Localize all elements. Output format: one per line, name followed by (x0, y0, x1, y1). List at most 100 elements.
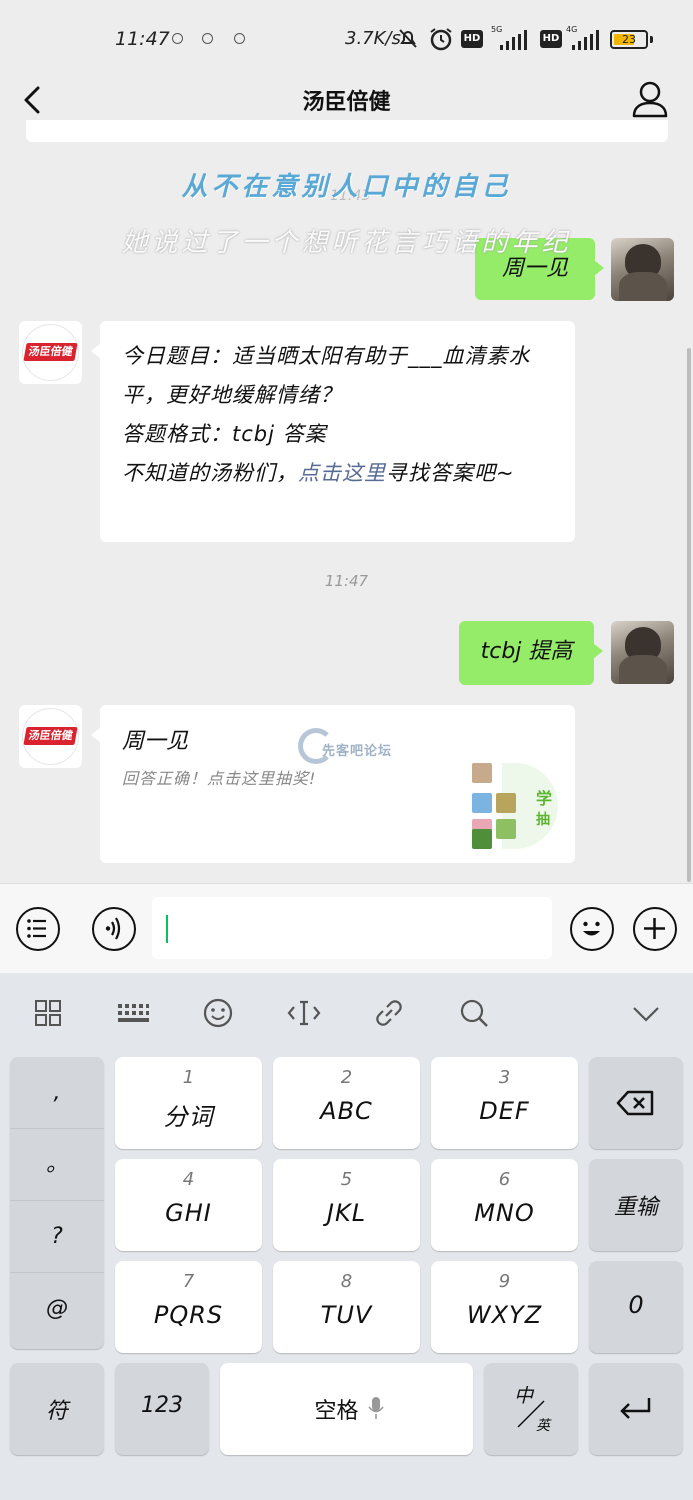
emoji-icon[interactable] (570, 907, 614, 951)
overlay-caption: 她说过了一个想听花言巧语的年纪 (121, 228, 572, 258)
profile-icon[interactable] (630, 78, 670, 120)
hd-badge: HD (461, 30, 483, 48)
key-number: 7 (182, 1271, 195, 1292)
previous-message-card (26, 120, 668, 142)
key-number: 1 (182, 1067, 195, 1088)
key-9[interactable]: 9 WXYZ (431, 1261, 578, 1353)
signal-icon (500, 30, 532, 50)
signal-icon (572, 30, 604, 50)
key-label: JKL (326, 1199, 367, 1227)
hint-text: 寻找答案吧~ (386, 461, 515, 485)
key-number: 5 (340, 1169, 353, 1190)
key-2[interactable]: 2 ABC (273, 1057, 420, 1149)
key-6[interactable]: 6 MNO (431, 1159, 578, 1251)
timestamp: 11:47 (324, 572, 369, 590)
cursor-move-icon[interactable] (284, 993, 324, 1033)
card-description: 回答正确！点击这里抽奖! (122, 769, 317, 788)
backspace-button[interactable] (589, 1057, 683, 1149)
network-speed: 3.7K/s (345, 28, 401, 49)
key-label: WXYZ (466, 1301, 543, 1329)
key-label: 英 (536, 1418, 550, 1434)
key-5[interactable]: 5 JKL (273, 1159, 420, 1251)
key-number: 8 (340, 1271, 353, 1292)
brand-avatar[interactable]: 汤臣倍健 (19, 321, 82, 384)
key-1[interactable]: 1 分词 (115, 1057, 262, 1149)
collapse-keyboard-icon[interactable] (626, 993, 666, 1033)
key-label: GHI (165, 1199, 212, 1227)
key-label: ABC (320, 1097, 373, 1125)
user-message[interactable]: tcbj 提高 (459, 621, 603, 685)
click-here-link[interactable]: 点击这里 (298, 461, 386, 485)
key-label: DEF (479, 1097, 530, 1125)
language-toggle-key[interactable]: 中 英 (484, 1363, 578, 1455)
message-input[interactable] (152, 897, 552, 959)
key-number: 3 (498, 1067, 511, 1088)
app-notification-icon (234, 33, 245, 44)
scrollbar[interactable] (687, 348, 691, 882)
battery-tip (650, 36, 653, 43)
add-icon[interactable] (633, 907, 677, 951)
search-icon[interactable] (454, 993, 494, 1033)
brand-avatar[interactable]: 汤臣倍健 (19, 705, 82, 768)
bot-message[interactable]: 今日题目：适当晒太阳有助于___血清素水平，更好地缓解情绪？ 答题格式：tcbj… (91, 321, 575, 542)
keyboard: , 。 ? @ 1 分词 2 ABC 3 DEF 4 GHI 5 JKL 6 M… (0, 973, 693, 1500)
key-label: 重输 (613, 1195, 658, 1220)
menu-list-icon[interactable] (16, 907, 60, 951)
key-label: TUV (320, 1301, 373, 1329)
card-title: 周一见 (122, 729, 189, 754)
key-number: 2 (340, 1067, 353, 1088)
key-label: MNO (474, 1199, 535, 1227)
input-bar (0, 883, 693, 973)
card-thumbnail: 学 抽 (472, 763, 562, 849)
key-8[interactable]: 8 TUV (273, 1261, 420, 1353)
key-4[interactable]: 4 GHI (115, 1159, 262, 1251)
key-number: 4 (182, 1169, 195, 1190)
punct-key[interactable]: ? (10, 1201, 104, 1273)
status-time: 11:47 (115, 28, 170, 50)
bot-message-text: 今日题目：适当晒太阳有助于___血清素水平，更好地缓解情绪？ 答题格式：tcbj… (122, 337, 562, 493)
space-key[interactable]: 空格 (220, 1363, 473, 1455)
key-label: 0 (628, 1291, 644, 1319)
backspace-icon (616, 1090, 654, 1116)
watermark: 先客吧论坛 (298, 728, 408, 768)
thumbnail-text: 学 (536, 789, 553, 808)
punctuation-column: , 。 ? @ (10, 1057, 104, 1349)
battery-level: 23 (622, 33, 636, 46)
emoji-keyboard-icon[interactable] (198, 993, 238, 1033)
key-label: PQRS (153, 1301, 224, 1329)
enter-icon (620, 1398, 651, 1419)
hint-text: 不知道的汤粉们， (122, 461, 298, 485)
numbers-key[interactable]: 123 (115, 1363, 209, 1455)
brand-logo: 汤臣倍健 (23, 727, 78, 745)
key-number: 9 (498, 1271, 511, 1292)
punct-key[interactable]: @ (10, 1273, 104, 1345)
watermark-text: 先客吧论坛 (322, 744, 393, 759)
key-label: 123 (141, 1393, 183, 1418)
app-notification-icon (202, 33, 213, 44)
chat-title: 汤臣倍健 (302, 90, 391, 115)
punct-key[interactable]: , (10, 1057, 104, 1129)
key-number: 6 (498, 1169, 511, 1190)
key-label: 符 (45, 1399, 68, 1424)
voice-icon[interactable] (92, 907, 136, 951)
status-bar: 11:47 3.7K/s HD 5G HD 4G 23 (0, 0, 693, 70)
punct-key[interactable]: 。 (10, 1129, 104, 1201)
notification-icon (172, 33, 183, 44)
brand-logo: 汤臣倍健 (23, 343, 78, 361)
symbol-key[interactable]: 符 (10, 1363, 104, 1455)
text-cursor (166, 915, 168, 943)
link-icon[interactable] (369, 993, 409, 1033)
grid-menu-icon[interactable] (28, 993, 68, 1033)
user-avatar[interactable] (611, 621, 674, 684)
question-text: 今日题目：适当晒太阳有助于___血清素水平，更好地缓解情绪？ (122, 344, 531, 407)
reinput-button[interactable]: 重输 (589, 1159, 683, 1251)
keyboard-layout-icon[interactable] (113, 993, 153, 1033)
key-3[interactable]: 3 DEF (431, 1057, 578, 1149)
key-0[interactable]: 0 (589, 1261, 683, 1353)
key-7[interactable]: 7 PQRS (115, 1261, 262, 1353)
key-label: 分词 (163, 1103, 214, 1131)
overlay-caption: 从不在意别人口中的自己 (181, 172, 512, 202)
answer-format-text: 答题格式：tcbj 答案 (122, 422, 327, 446)
hd-badge: HD (540, 30, 562, 48)
enter-key[interactable] (589, 1363, 683, 1455)
